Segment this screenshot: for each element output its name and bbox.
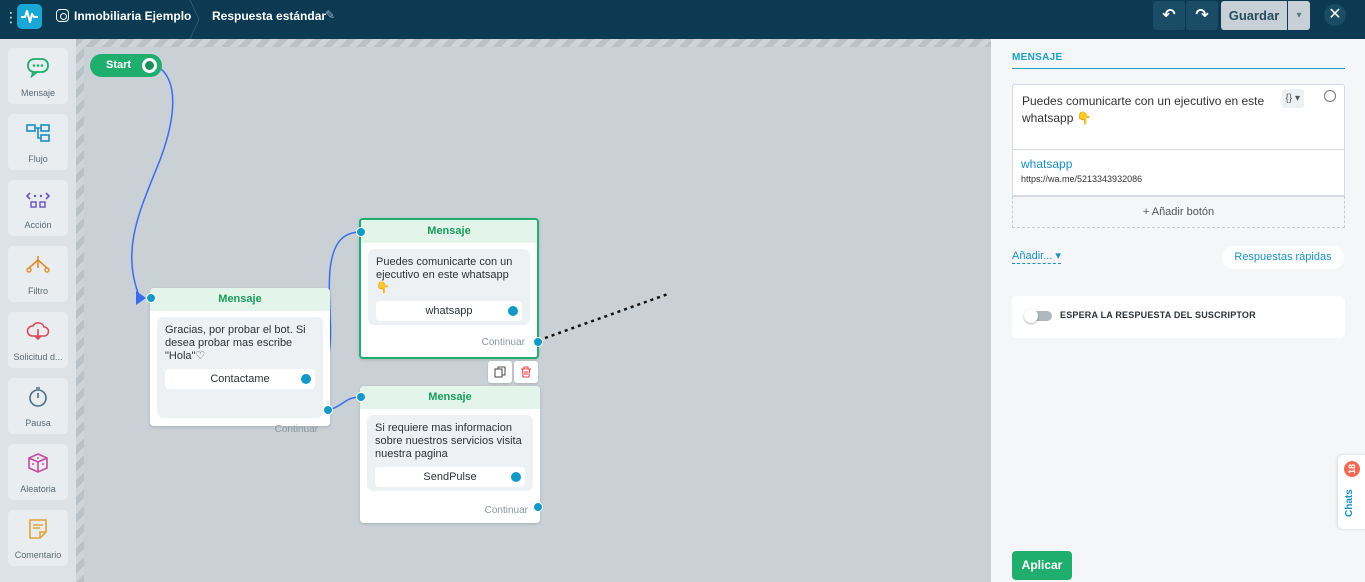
button-port[interactable]: [508, 306, 518, 316]
filter-icon: [26, 256, 50, 273]
sidebar-item-accion[interactable]: Acción: [8, 180, 68, 236]
input-port[interactable]: [356, 392, 366, 402]
node-button[interactable]: SendPulse: [375, 467, 525, 487]
add-button-button[interactable]: + Añadir botón: [1012, 196, 1345, 228]
sidebar-item-filtro[interactable]: Filtro: [8, 246, 68, 302]
variables-dropdown[interactable]: {} ▾: [1281, 89, 1304, 108]
node-button[interactable]: Contactame: [165, 369, 315, 389]
canvas-border: [76, 39, 84, 582]
account-name[interactable]: Inmobiliaria Ejemplo: [74, 9, 191, 23]
node-title: Mensaje: [150, 288, 330, 311]
copy-icon: [494, 366, 506, 378]
sidebar-item-comentario[interactable]: Comentario: [8, 510, 68, 566]
wait-response-setting: ESPERA LA RESPUESTA DEL SUSCRIPTOR: [1012, 296, 1345, 338]
node-continue: Continuar: [484, 505, 528, 516]
continue-port[interactable]: [323, 405, 333, 415]
node-message: Si requiere mas informacion sobre nuestr…: [367, 415, 533, 491]
dice-icon: [28, 453, 48, 473]
stopwatch-icon: [29, 387, 47, 407]
note-icon: [29, 519, 47, 539]
instagram-icon: [56, 9, 69, 22]
sidebar-item-flujo[interactable]: Flujo: [8, 114, 68, 170]
node-continue: Continuar: [481, 337, 525, 348]
element-sidebar: Mensaje Flujo Acción Filtro Solicitud d.…: [0, 39, 76, 582]
node-button-label: Contactame: [210, 373, 270, 385]
message-text: Puedes comunicarte con un ejecutivo en e…: [1022, 94, 1265, 125]
chats-count-badge: 18: [1344, 461, 1360, 477]
sidebar-item-label: Mensaje: [20, 88, 56, 98]
sidebar-item-label: Pausa: [25, 418, 51, 428]
redo-button[interactable]: ↷: [1186, 1, 1218, 30]
sidebar-item-label: Solicitud d...: [13, 352, 63, 362]
input-port[interactable]: [146, 293, 156, 303]
app-menu-icon[interactable]: ⋮: [4, 10, 18, 24]
undo-button[interactable]: ↶: [1153, 1, 1185, 30]
button-port[interactable]: [301, 374, 311, 384]
wait-response-label: ESPERA LA RESPUESTA DEL SUSCRIPTOR: [1060, 310, 1256, 320]
flow-icon: [26, 124, 50, 142]
node-text: Si requiere mas informacion sobre nuestr…: [375, 422, 522, 460]
app-logo-icon[interactable]: [17, 4, 42, 29]
sidebar-item-mensaje[interactable]: Mensaje: [8, 48, 68, 104]
node-text: Puedes comunicarte con un ejecutivo en e…: [376, 256, 513, 294]
node-continue: Continuar: [274, 424, 318, 435]
message-textarea[interactable]: Puedes comunicarte con un ejecutivo en e…: [1012, 84, 1345, 150]
sidebar-item-label: Flujo: [28, 154, 48, 164]
node-message: Gracias, por probar el bot. Si desea pro…: [157, 317, 323, 418]
chats-label: Chats: [1344, 489, 1355, 517]
flow-name[interactable]: Respuesta estándar: [212, 9, 326, 23]
canvas-border: [76, 39, 991, 47]
sidebar-item-pausa[interactable]: Pausa: [8, 378, 68, 434]
input-port[interactable]: [356, 227, 366, 237]
action-icon: [26, 192, 50, 208]
continue-port[interactable]: [533, 502, 543, 512]
wait-response-toggle[interactable]: [1024, 309, 1052, 323]
node-title: Mensaje: [360, 386, 540, 409]
delete-button[interactable]: [514, 361, 538, 383]
trash-icon: [521, 366, 531, 378]
top-bar: ⋮ Inmobiliaria Ejemplo Respuesta estánda…: [0, 0, 1365, 39]
close-button[interactable]: ✕: [1324, 4, 1346, 26]
start-port[interactable]: [142, 58, 157, 73]
message-node[interactable]: Mensaje Gracias, por probar el bot. Si d…: [150, 288, 330, 435]
breadcrumb-separator: [189, 0, 200, 39]
panel-title-divider: [1012, 68, 1345, 69]
add-dropdown-label: Añadir...: [1012, 250, 1053, 262]
message-node-selected[interactable]: Mensaje Puedes comunicarte con un ejecut…: [359, 218, 539, 359]
chats-tab[interactable]: 18 Chats: [1338, 455, 1365, 529]
node-button[interactable]: whatsapp: [376, 301, 522, 321]
duplicate-button[interactable]: [488, 361, 512, 383]
message-node[interactable]: Mensaje Si requiere mas informacion sobr…: [360, 386, 540, 523]
node-button-label: SendPulse: [423, 471, 477, 483]
node-text: Gracias, por probar el bot. Si desea pro…: [165, 324, 306, 362]
edit-pencil-icon[interactable]: ✎: [325, 8, 335, 22]
quick-replies-button[interactable]: Respuestas rápidas: [1222, 246, 1344, 269]
button-port[interactable]: [511, 472, 521, 482]
sidebar-item-label: Comentario: [14, 550, 62, 560]
add-dropdown[interactable]: Añadir... ▾: [1012, 249, 1061, 264]
sidebar-item-label: Acción: [24, 220, 52, 230]
chat-bubble-icon: [27, 58, 49, 78]
panel-title: MENSAJE: [1012, 52, 1063, 63]
node-button-label: whatsapp: [425, 305, 473, 317]
emoji-icon[interactable]: [1324, 90, 1336, 102]
save-button[interactable]: Guardar: [1221, 1, 1287, 30]
sidebar-item-solicitud[interactable]: Solicitud d...: [8, 312, 68, 368]
apply-button[interactable]: Aplicar: [1012, 551, 1072, 580]
continue-port[interactable]: [533, 337, 543, 347]
cloud-request-icon: [26, 322, 50, 341]
message-settings-panel: MENSAJE Puedes comunicarte con un ejecut…: [991, 39, 1365, 582]
sidebar-item-label: Filtro: [28, 286, 48, 296]
url-button-url: https://wa.me/5213343932086: [1021, 174, 1143, 184]
node-message: Puedes comunicarte con un ejecutivo en e…: [368, 249, 530, 325]
url-button-item[interactable]: whatsapp https://wa.me/5213343932086: [1012, 150, 1345, 196]
save-dropdown-button[interactable]: ▾: [1288, 1, 1310, 30]
node-title: Mensaje: [361, 220, 537, 243]
sidebar-item-aleatoria[interactable]: Aleatoria: [8, 444, 68, 500]
sidebar-item-label: Aleatoria: [20, 484, 56, 494]
url-button-title: whatsapp: [1021, 157, 1073, 171]
